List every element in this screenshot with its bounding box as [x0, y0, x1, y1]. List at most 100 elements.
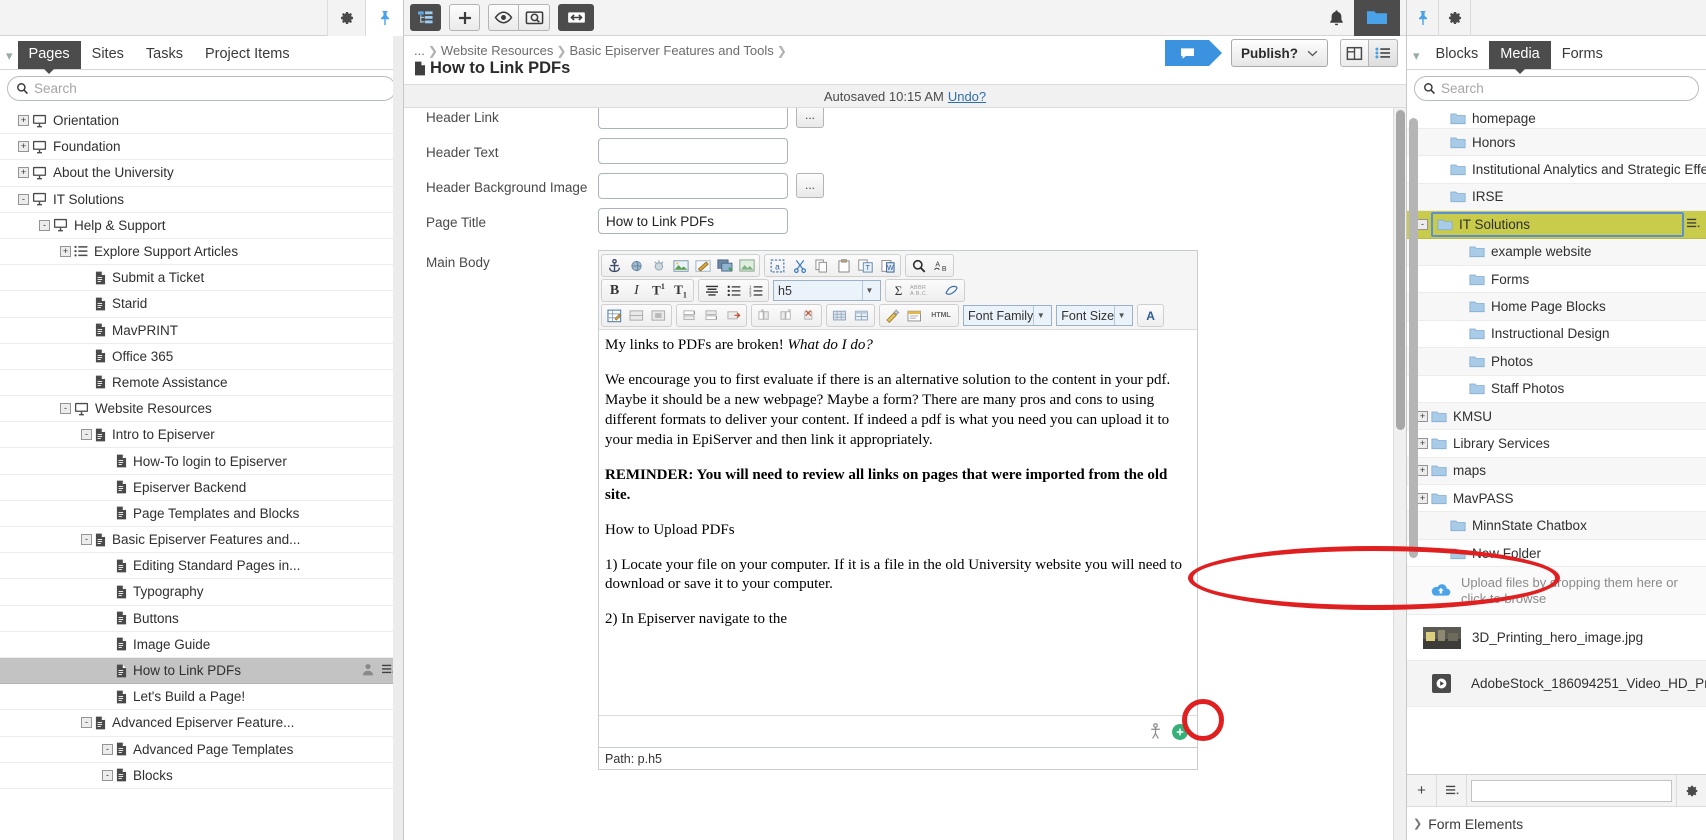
page-tree-item[interactable]: Let's Build a Page!: [0, 684, 403, 711]
tree-expander[interactable]: -: [81, 429, 92, 441]
italic-button[interactable]: I: [626, 281, 647, 300]
settings-gear-button[interactable]: [327, 0, 365, 36]
media-options-button[interactable]: [1437, 775, 1467, 806]
insert-image-icon[interactable]: [670, 256, 691, 275]
media-search-box[interactable]: [1414, 76, 1699, 101]
insert-table-icon[interactable]: [604, 306, 625, 325]
assets-settings-button[interactable]: [1439, 0, 1471, 36]
undo-link[interactable]: Undo?: [948, 89, 986, 104]
pages-search-input[interactable]: [34, 81, 387, 96]
tab-forms[interactable]: Forms: [1551, 41, 1614, 70]
page-tree-item[interactable]: + About the University: [0, 160, 403, 187]
media-folder-item[interactable]: + KMSU: [1407, 402, 1706, 431]
tree-expander[interactable]: -: [81, 534, 92, 546]
tree-expander[interactable]: -: [60, 403, 71, 415]
insert-row-below-icon[interactable]: [701, 306, 722, 325]
tab-tasks[interactable]: Tasks: [135, 41, 194, 70]
tree-expander[interactable]: +: [60, 246, 71, 258]
bullet-list-button[interactable]: [723, 281, 744, 300]
add-content-button[interactable]: [449, 4, 480, 31]
media-folder-item[interactable]: Honors: [1407, 129, 1706, 157]
pages-search-box[interactable]: [7, 76, 396, 101]
user-icon[interactable]: [362, 663, 374, 679]
page-tree-item[interactable]: + Explore Support Articles: [0, 239, 403, 266]
tree-expander[interactable]: +: [18, 167, 29, 179]
tree-expander[interactable]: -: [39, 219, 50, 231]
paste-icon[interactable]: [833, 256, 854, 275]
media-folder-item[interactable]: + maps: [1407, 457, 1706, 486]
media-file-item[interactable]: AdobeStock_186094251_Video_HD_Preview...…: [1407, 661, 1706, 708]
page-tree-item[interactable]: Starid: [0, 291, 403, 318]
media-folder-item[interactable]: Institutional Analytics and Strategic Ef…: [1407, 156, 1706, 184]
tree-expander[interactable]: +: [18, 141, 29, 153]
rte-content-area[interactable]: My links to PDFs are broken! What do I d…: [599, 330, 1197, 715]
media-folder-item[interactable]: IRSE: [1407, 183, 1706, 212]
insert-col-left-icon[interactable]: m: [754, 306, 775, 325]
publish-button[interactable]: Publish?: [1231, 39, 1328, 67]
tab-project-items[interactable]: Project Items: [194, 41, 301, 70]
tab-blocks[interactable]: Blocks: [1425, 41, 1490, 70]
cut-icon[interactable]: [789, 256, 810, 275]
media-folder-item[interactable]: MinnState Chatbox: [1407, 512, 1706, 540]
page-tree-item[interactable]: - Advanced Page Templates: [0, 737, 403, 763]
page-tree-item[interactable]: - Website Resources: [0, 396, 403, 423]
breadcrumb-item-website-resources[interactable]: Website Resources: [441, 43, 553, 58]
remove-format-button[interactable]: [941, 281, 962, 300]
media-file-item[interactable]: 3D_Printing_hero_image.jpg: [1407, 615, 1706, 662]
header-link-input[interactable]: [598, 108, 788, 129]
page-tree-item[interactable]: How-To login to Episerver: [0, 448, 403, 475]
page-tree-item[interactable]: - Intro to Episerver: [0, 422, 403, 449]
header-bg-image-browse-button[interactable]: ...: [796, 173, 824, 198]
tree-expander[interactable]: -: [102, 743, 113, 755]
pin-assets-button[interactable]: [1407, 0, 1439, 36]
format-painter-icon[interactable]: [882, 306, 903, 325]
page-tree-item[interactable]: Buttons: [0, 606, 403, 632]
comments-button[interactable]: [1165, 40, 1222, 66]
spellcheck-icon[interactable]: A B: [930, 256, 951, 275]
page-tree-item[interactable]: Image Guide: [0, 632, 403, 658]
header-bg-image-input[interactable]: [598, 173, 788, 199]
page-tree-item[interactable]: - Blocks: [0, 763, 403, 789]
breadcrumb-item-root[interactable]: ...: [414, 43, 425, 58]
accessibility-check-icon[interactable]: [1148, 723, 1163, 740]
insert-gallery-icon[interactable]: [736, 256, 757, 275]
page-title-input[interactable]: [598, 208, 788, 234]
numbered-list-button[interactable]: 1 2 3: [745, 281, 766, 300]
paste-text-icon[interactable]: T: [855, 256, 876, 275]
paragraph-style-select[interactable]: h5 ▼: [773, 280, 881, 301]
font-family-select[interactable]: Font Family ▼: [963, 305, 1053, 326]
media-filter-field[interactable]: [1471, 779, 1672, 802]
page-tree-item[interactable]: - Advanced Episerver Feature...: [0, 710, 403, 737]
templates-icon[interactable]: [904, 306, 925, 325]
media-folder-item[interactable]: Forms: [1407, 266, 1706, 294]
media-folder-item[interactable]: New Folder: [1407, 540, 1706, 568]
pages-tree-scrollbar[interactable]: [393, 36, 403, 840]
table-properties-icon[interactable]: [626, 306, 647, 325]
page-tree-item[interactable]: Submit a Ticket: [0, 265, 403, 292]
form-scrollbar-thumb[interactable]: [1396, 110, 1405, 430]
notifications-button[interactable]: [1328, 9, 1345, 27]
upload-dropzone[interactable]: Upload files by dropping them here or cl…: [1407, 567, 1706, 616]
folder-expander[interactable]: -: [1417, 218, 1428, 230]
insert-col-right-icon[interactable]: m: [776, 306, 797, 325]
subscript-button[interactable]: T1: [670, 281, 691, 300]
tree-expander[interactable]: -: [81, 717, 92, 729]
collapse-chevron-icon[interactable]: ▾: [1411, 49, 1425, 69]
delete-col-icon[interactable]: [798, 306, 819, 325]
pin-panel-button[interactable]: [365, 0, 403, 36]
collapse-chevron-icon[interactable]: ▾: [4, 49, 18, 69]
delete-row-icon[interactable]: [723, 306, 744, 325]
page-tree-item[interactable]: + Foundation: [0, 134, 403, 161]
inspect-button[interactable]: [519, 4, 550, 31]
preview-button[interactable]: [488, 4, 519, 31]
edit-image-icon[interactable]: [692, 256, 713, 275]
insert-media-icon[interactable]: [714, 256, 735, 275]
folder-expander[interactable]: +: [1417, 492, 1428, 504]
toggle-width-button[interactable]: [558, 4, 594, 31]
form-elements-section[interactable]: ❯ Form Elements: [1407, 806, 1706, 840]
media-folder-item[interactable]: Home Page Blocks: [1407, 293, 1706, 321]
folder-expander[interactable]: +: [1417, 437, 1428, 449]
form-scrollbar[interactable]: [1393, 108, 1406, 840]
page-tree-item[interactable]: Typography: [0, 579, 403, 606]
media-folder-item[interactable]: Staff Photos: [1407, 376, 1706, 403]
